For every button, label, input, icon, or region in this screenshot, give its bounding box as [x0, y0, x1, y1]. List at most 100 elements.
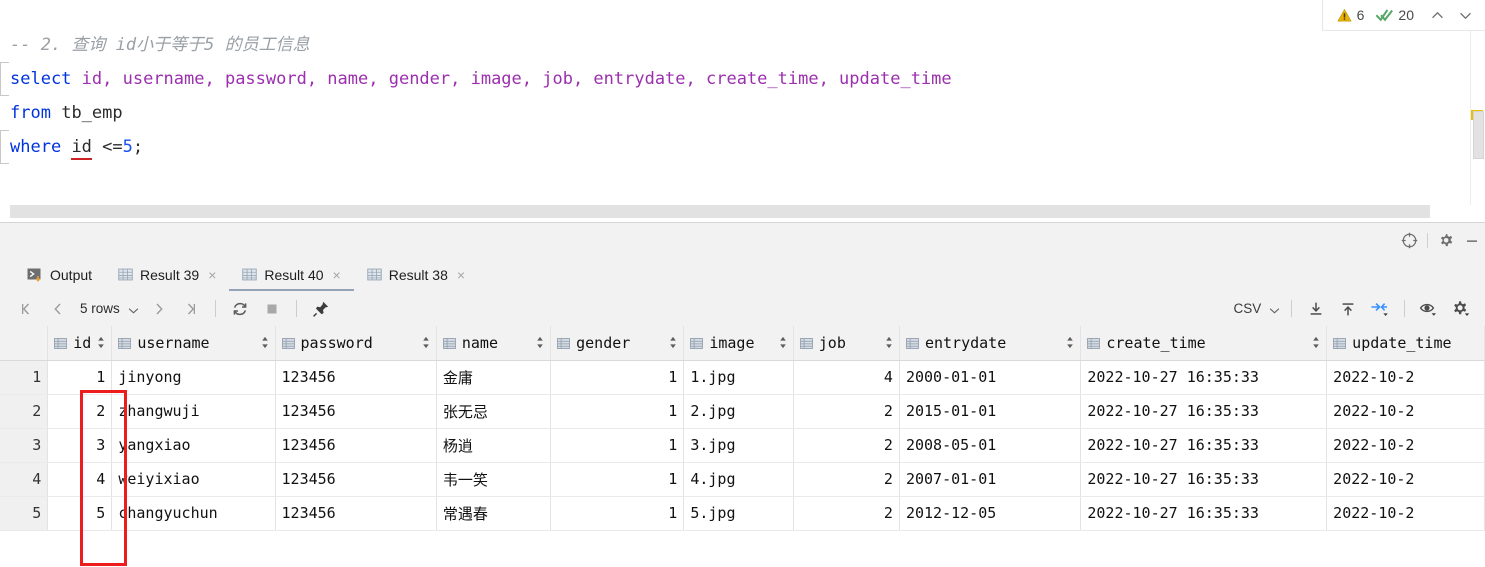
- chevron-up-icon[interactable]: [1426, 8, 1449, 23]
- code-line-select[interactable]: select id, username, password, name, gen…: [0, 62, 1440, 96]
- cell-entrydate[interactable]: 2012-12-05: [899, 496, 1082, 531]
- cell-password[interactable]: 123456: [275, 496, 437, 531]
- close-icon[interactable]: ×: [457, 268, 465, 282]
- code-line-where[interactable]: where id <=5;: [0, 130, 1440, 164]
- cell-password[interactable]: 123456: [275, 394, 437, 429]
- cell-username[interactable]: zhangwuji: [111, 394, 276, 429]
- sort-indicator-icon[interactable]: [97, 336, 105, 349]
- column-header-name[interactable]: name: [436, 326, 552, 361]
- row-count-selector[interactable]: 5 rows: [74, 301, 143, 316]
- row-number[interactable]: 3: [0, 428, 49, 463]
- cell-id[interactable]: 4: [47, 462, 113, 497]
- cell-name[interactable]: 金庸: [436, 360, 552, 395]
- row-number[interactable]: 5: [0, 496, 49, 531]
- row-number[interactable]: 2: [0, 394, 49, 429]
- cell-image[interactable]: 2.jpg: [683, 394, 794, 429]
- gear-icon[interactable]: [1445, 296, 1477, 322]
- tab-result-40[interactable]: Result 40 ×: [229, 258, 355, 291]
- cell-update-time[interactable]: 2022-10-2: [1326, 496, 1485, 531]
- cell-entrydate[interactable]: 2007-01-01: [899, 462, 1082, 497]
- cell-name[interactable]: 张无忌: [436, 394, 552, 429]
- cell-create-time[interactable]: 2022-10-27 16:35:33: [1080, 428, 1328, 463]
- cell-gender[interactable]: 1: [550, 428, 685, 463]
- sort-indicator-icon[interactable]: [779, 336, 787, 349]
- eye-icon[interactable]: [1413, 296, 1445, 322]
- column-header-job[interactable]: job: [793, 326, 900, 361]
- last-page-button[interactable]: [175, 296, 207, 322]
- previous-page-button[interactable]: [42, 296, 74, 322]
- column-header-username[interactable]: username: [111, 326, 276, 361]
- table-row[interactable]: 3 3 yangxiao 123456 杨逍 1 3.jpg 2 2008-05…: [0, 428, 1485, 463]
- tab-result-38[interactable]: Result 38 ×: [354, 258, 478, 291]
- column-header-password[interactable]: password: [275, 326, 437, 361]
- cell-image[interactable]: 3.jpg: [683, 428, 794, 463]
- cell-job[interactable]: 2: [793, 394, 900, 429]
- chevron-down-icon[interactable]: [1454, 8, 1477, 23]
- row-number[interactable]: 1: [0, 360, 49, 395]
- cell-job[interactable]: 4: [793, 360, 900, 395]
- cell-password[interactable]: 123456: [275, 462, 437, 497]
- table-row[interactable]: 5 5 changyuchun 123456 常遇春 1 5.jpg 2 201…: [0, 496, 1485, 531]
- collapse-arrows-icon[interactable]: [1364, 296, 1396, 322]
- cell-gender[interactable]: 1: [550, 496, 685, 531]
- cell-name[interactable]: 韦一笑: [436, 462, 552, 497]
- sort-indicator-icon[interactable]: [261, 336, 269, 349]
- column-header-id[interactable]: id: [47, 326, 113, 361]
- next-page-button[interactable]: [143, 296, 175, 322]
- refresh-icon[interactable]: [224, 296, 256, 322]
- cell-id[interactable]: 3: [47, 428, 113, 463]
- sort-indicator-icon[interactable]: [669, 336, 677, 349]
- cell-name[interactable]: 常遇春: [436, 496, 552, 531]
- upload-icon[interactable]: [1332, 296, 1364, 322]
- download-icon[interactable]: [1300, 296, 1332, 322]
- cell-entrydate[interactable]: 2000-01-01: [899, 360, 1082, 395]
- cell-create-time[interactable]: 2022-10-27 16:35:33: [1080, 394, 1328, 429]
- column-header-entrydate[interactable]: entrydate: [899, 326, 1082, 361]
- cell-gender[interactable]: 1: [550, 462, 685, 497]
- stop-square-icon[interactable]: [256, 296, 288, 322]
- cell-update-time[interactable]: 2022-10-2: [1326, 394, 1485, 429]
- cell-image[interactable]: 5.jpg: [683, 496, 794, 531]
- cell-username[interactable]: changyuchun: [111, 496, 276, 531]
- sort-indicator-icon[interactable]: [1066, 336, 1074, 349]
- settings-gear-icon[interactable]: [1433, 228, 1459, 254]
- inspection-widget[interactable]: 6 20: [1321, 0, 1485, 31]
- cell-id[interactable]: 5: [47, 496, 113, 531]
- cell-username[interactable]: yangxiao: [111, 428, 276, 463]
- cell-id[interactable]: 2: [47, 394, 113, 429]
- result-data-grid[interactable]: id username password name gender image j…: [0, 326, 1485, 567]
- sort-indicator-icon[interactable]: [422, 336, 430, 349]
- row-number-header[interactable]: [0, 326, 49, 361]
- sort-indicator-icon[interactable]: [536, 336, 544, 349]
- cell-username[interactable]: weiyixiao: [111, 462, 276, 497]
- minimize-panel-icon[interactable]: [1459, 228, 1485, 254]
- sort-indicator-icon[interactable]: [1312, 336, 1320, 349]
- close-icon[interactable]: ×: [333, 268, 341, 282]
- cell-id[interactable]: 1: [47, 360, 113, 395]
- cell-password[interactable]: 123456: [275, 360, 437, 395]
- tab-output[interactable]: Output: [14, 258, 105, 291]
- code-fold-marker-2[interactable]: [0, 130, 9, 164]
- cell-update-time[interactable]: 2022-10-2: [1326, 428, 1485, 463]
- cell-job[interactable]: 2: [793, 496, 900, 531]
- tab-result-39[interactable]: Result 39 ×: [105, 258, 229, 291]
- sql-editor-pane[interactable]: -- 2. 查询 id小于等于5 的员工信息 select id, userna…: [0, 0, 1485, 222]
- column-header-gender[interactable]: gender: [550, 326, 685, 361]
- cell-job[interactable]: 2: [793, 428, 900, 463]
- cell-gender[interactable]: 1: [550, 394, 685, 429]
- cell-create-time[interactable]: 2022-10-27 16:35:33: [1080, 360, 1328, 395]
- cell-create-time[interactable]: 2022-10-27 16:35:33: [1080, 462, 1328, 497]
- table-row[interactable]: 2 2 zhangwuji 123456 张无忌 1 2.jpg 2 2015-…: [0, 394, 1485, 429]
- sort-indicator-icon[interactable]: [885, 336, 893, 349]
- pin-icon[interactable]: [305, 296, 337, 322]
- code-fold-marker[interactable]: [0, 62, 9, 96]
- scrollbar-thumb[interactable]: [1473, 111, 1484, 159]
- editor-vertical-scrollbar[interactable]: [1470, 31, 1485, 205]
- cell-gender[interactable]: 1: [550, 360, 685, 395]
- cell-username[interactable]: jinyong: [111, 360, 276, 395]
- cell-entrydate[interactable]: 2008-05-01: [899, 428, 1082, 463]
- locate-target-icon[interactable]: [1396, 228, 1422, 254]
- cell-update-time[interactable]: 2022-10-2: [1326, 360, 1485, 395]
- table-row[interactable]: 1 1 jinyong 123456 金庸 1 1.jpg 4 2000-01-…: [0, 360, 1485, 395]
- column-header-create-time[interactable]: create_time: [1080, 326, 1328, 361]
